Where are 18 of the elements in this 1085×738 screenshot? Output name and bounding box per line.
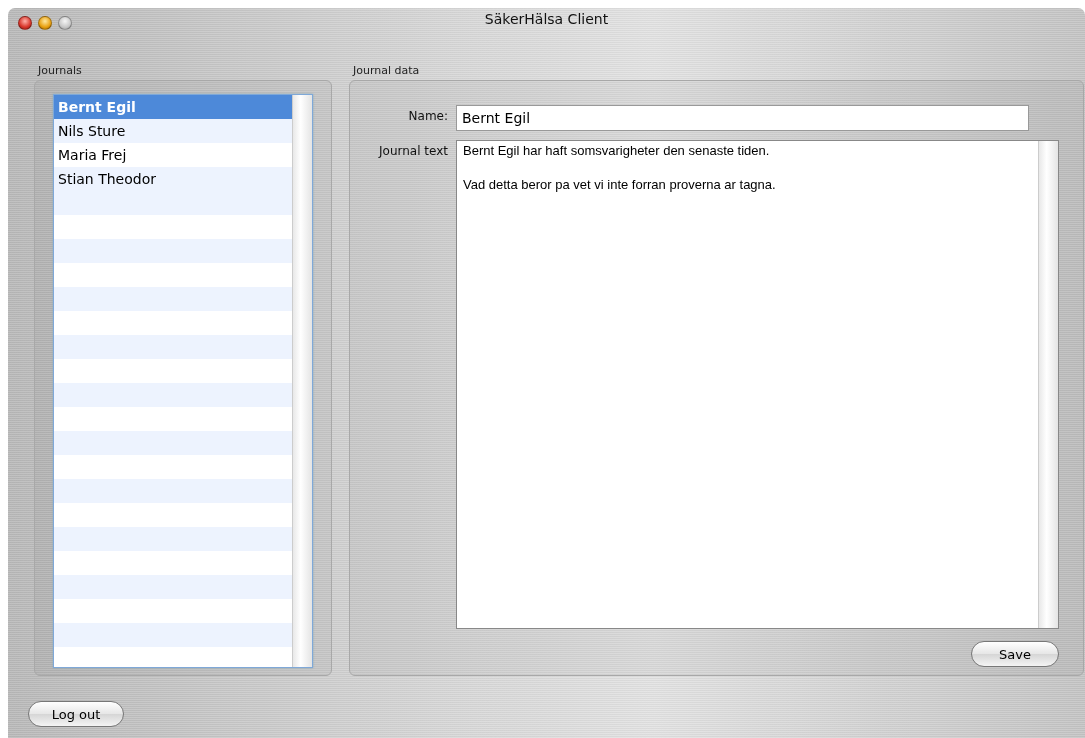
minimize-button[interactable]: [38, 16, 52, 30]
journal-text-area[interactable]: Bernt Egil har haft somsvarigheter den senaste tiden. Vad detta beror pa vet vi inte forran proverna ar tagna.: [456, 140, 1059, 629]
zoom-button[interactable]: [58, 16, 72, 30]
name-field[interactable]: Bernt Egil: [456, 105, 1029, 131]
list-item[interactable]: Stian Theodor: [54, 167, 292, 191]
log-out-button[interactable]: Log out: [28, 701, 124, 727]
group-label: Journal data: [351, 63, 420, 79]
window-title: SäkerHälsa Client: [484, 10, 609, 29]
list-item[interactable]: Nils Sture: [54, 119, 292, 143]
list-item[interactable]: Maria Frej: [54, 143, 292, 167]
close-button[interactable]: [18, 16, 32, 30]
group-label: Journals: [36, 63, 82, 79]
save-button[interactable]: Save: [971, 641, 1059, 667]
field-label: Name:: [407, 108, 448, 125]
scroll-bar[interactable]: [1038, 141, 1058, 628]
field-label: Journal text: [377, 143, 448, 160]
scroll-bar[interactable]: [292, 95, 312, 667]
list-item[interactable]: Bernt Egil: [54, 95, 292, 119]
